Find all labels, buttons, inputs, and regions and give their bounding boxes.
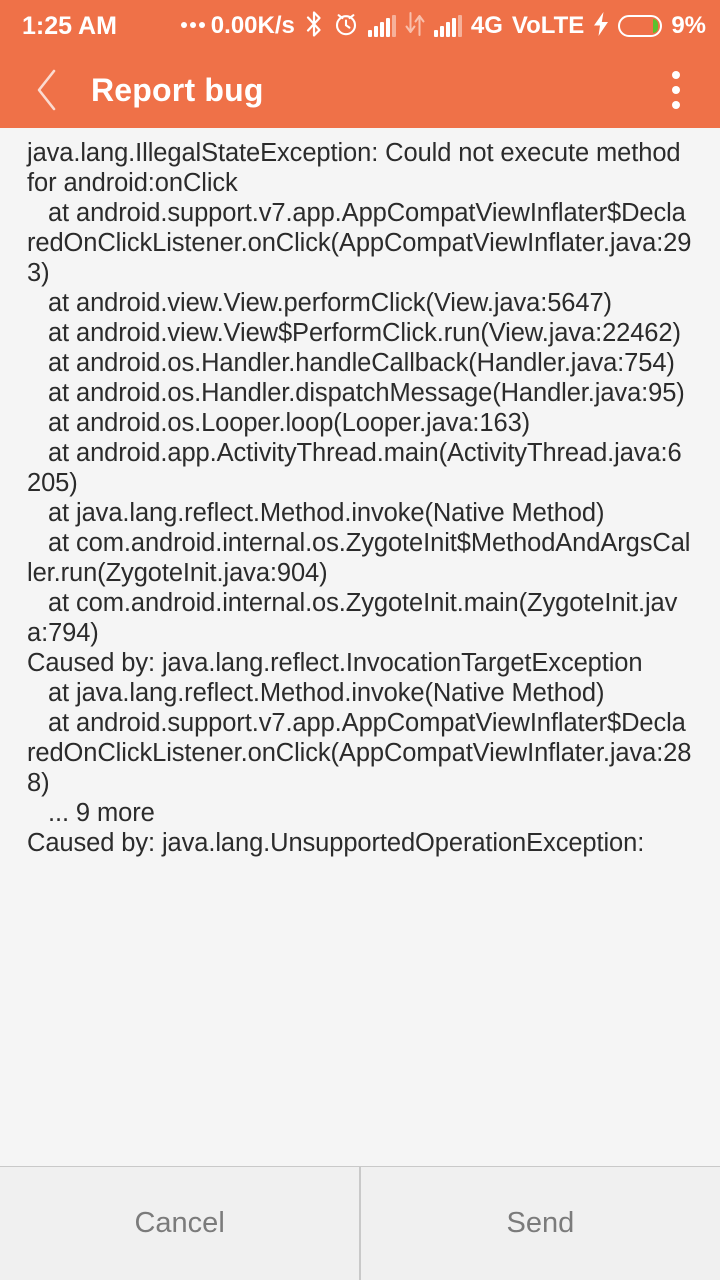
signal-bars-sim2-icon bbox=[433, 15, 462, 37]
action-button-bar: Cancel Send bbox=[0, 1166, 720, 1280]
status-bar: 1:25 AM 0.00K/s 4G VoLTE 9% bbox=[0, 0, 720, 52]
status-bar-time: 1:25 AM bbox=[22, 11, 117, 40]
status-bar-indicators: 0.00K/s 4G VoLTE 9% bbox=[180, 10, 706, 42]
report-bug-screen: 1:25 AM 0.00K/s 4G VoLTE 9% Report bug j… bbox=[0, 0, 720, 1280]
network-speed-indicator: 0.00K/s bbox=[180, 12, 295, 40]
bluetooth-icon bbox=[304, 10, 324, 42]
battery-icon bbox=[618, 15, 663, 37]
data-transfer-icon bbox=[405, 11, 425, 41]
page-title: Report bug bbox=[91, 71, 264, 108]
signal-bars-sim1-icon bbox=[367, 15, 396, 37]
app-bar: Report bug bbox=[0, 52, 720, 128]
overflow-menu-icon[interactable] bbox=[654, 60, 698, 120]
battery-percent-label: 9% bbox=[671, 12, 706, 39]
send-button[interactable]: Send bbox=[360, 1167, 720, 1280]
three-dots-icon bbox=[180, 21, 205, 31]
back-arrow-icon[interactable] bbox=[30, 67, 64, 113]
stacktrace-text: java.lang.IllegalStateException: Could n… bbox=[27, 139, 692, 857]
cancel-button[interactable]: Cancel bbox=[0, 1167, 360, 1280]
network-speed-value: 0.00K/s bbox=[210, 12, 295, 39]
content-area[interactable]: java.lang.IllegalStateException: Could n… bbox=[0, 128, 720, 1166]
alarm-clock-icon bbox=[333, 11, 359, 42]
battery-level-fill bbox=[653, 19, 659, 33]
network-type-label: 4G bbox=[470, 12, 503, 39]
charging-bolt-icon bbox=[593, 11, 609, 41]
volte-label: VoLTE bbox=[511, 12, 585, 39]
